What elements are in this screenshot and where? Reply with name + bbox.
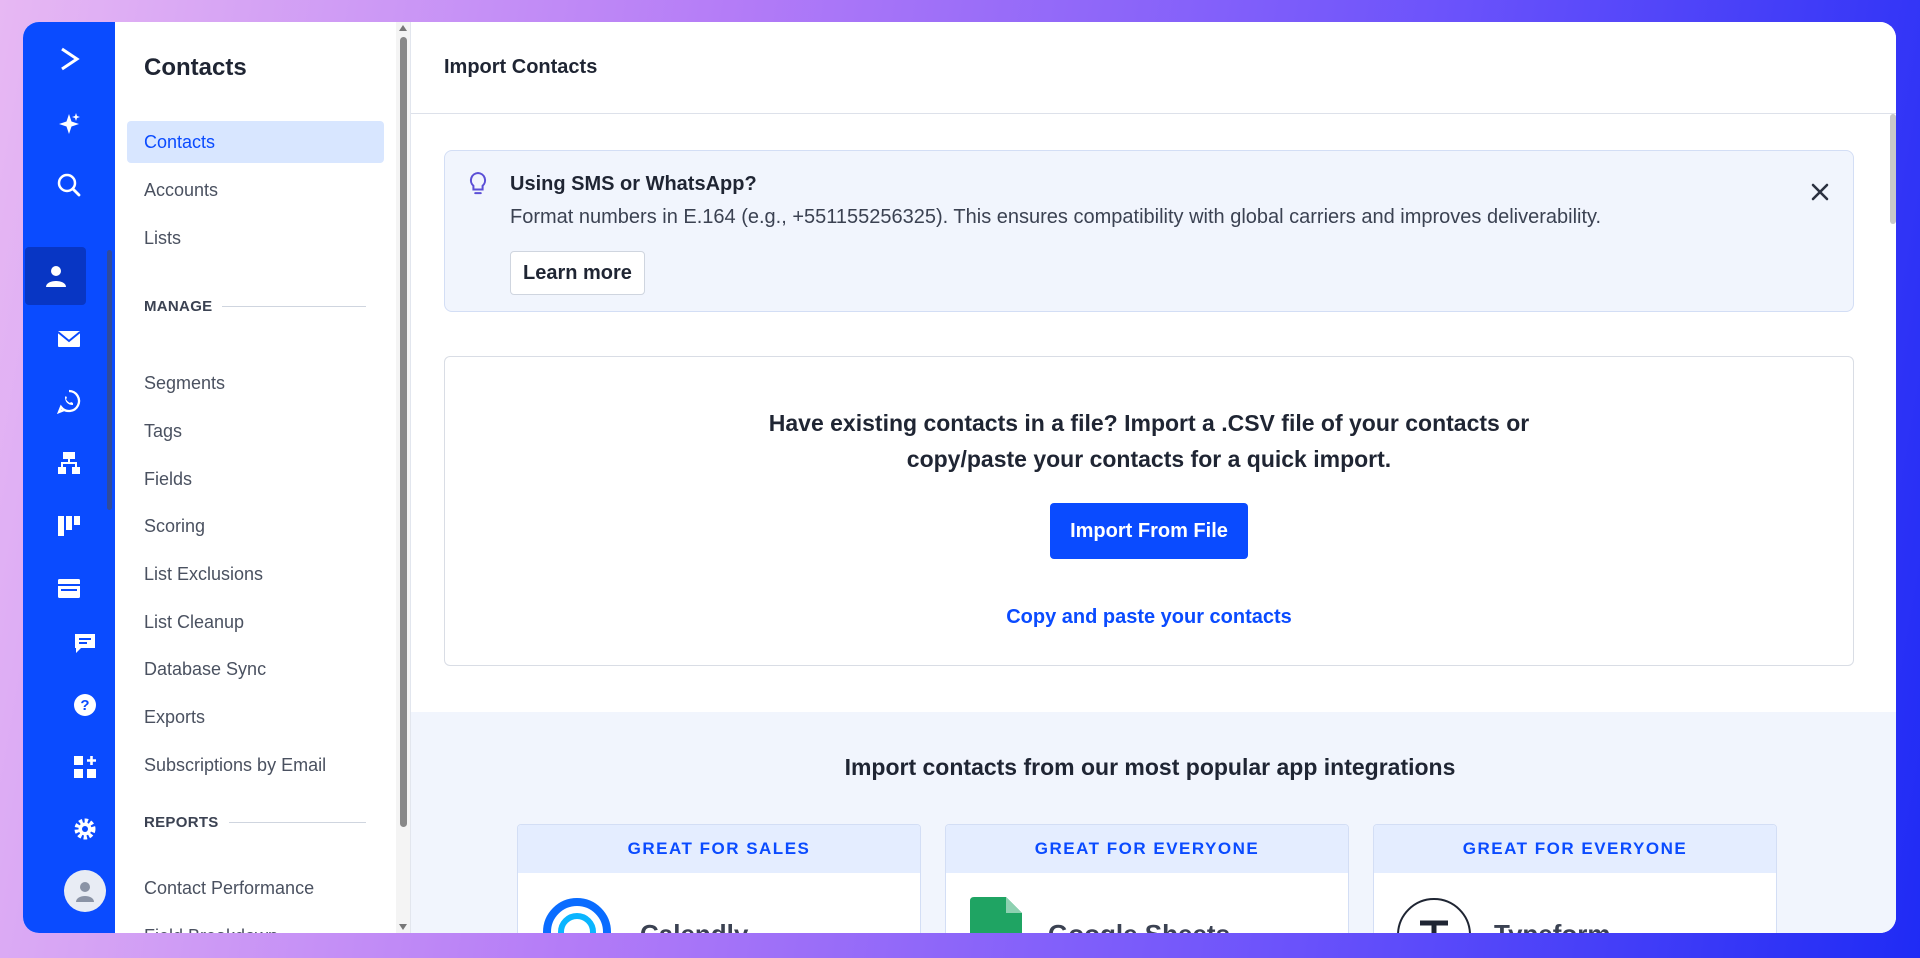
integrations-section: Import contacts from our most popular ap… (411, 712, 1896, 933)
sidebar-item-lists[interactable]: Lists (127, 217, 384, 259)
import-from-file-button[interactable]: Import From File (1050, 503, 1248, 559)
sidebar-item-list-exclusions[interactable]: List Exclusions (127, 553, 384, 595)
logo-chevron-icon[interactable] (23, 30, 115, 88)
banner-title: Using SMS or WhatsApp? (510, 173, 757, 195)
copy-paste-contacts-link[interactable]: Copy and paste your contacts (445, 606, 1853, 629)
integration-card-google-sheets[interactable]: GREAT FOR EVERYONE Google Sheets (945, 824, 1349, 933)
integration-tag: GREAT FOR EVERYONE (1374, 825, 1776, 873)
sidebar-title: Contacts (144, 54, 247, 81)
sidebar-item-database-sync[interactable]: Database Sync (127, 648, 384, 690)
page-title: Import Contacts (444, 56, 598, 78)
sidebar-item-fields[interactable]: Fields (127, 458, 384, 500)
sidebar-scrollbar[interactable] (396, 22, 410, 933)
sidebar-item-field-breakdown[interactable]: Field Breakdown (127, 915, 384, 934)
search-icon[interactable] (23, 156, 115, 214)
banner-text: Format numbers in E.164 (e.g., +55115525… (510, 206, 1602, 228)
page-header: Import Contacts (411, 22, 1896, 114)
integration-tag: GREAT FOR SALES (518, 825, 920, 873)
sidebar-item-segments[interactable]: Segments (127, 362, 384, 404)
close-icon[interactable] (1809, 181, 1831, 203)
import-file-card: Have existing contacts in a file? Import… (444, 356, 1854, 666)
import-heading-line-2: copy/paste your contacts for a quick imp… (906, 446, 1392, 472)
google-sheets-logo-icon (970, 897, 1022, 933)
contacts-person-icon[interactable] (25, 247, 86, 305)
sidebar-item-scoring[interactable]: Scoring (127, 505, 384, 547)
rail-scrollbar[interactable] (107, 250, 112, 510)
typeform-logo-icon (1396, 897, 1472, 933)
icon-rail: ? (23, 22, 115, 933)
sidebar-item-list-cleanup[interactable]: List Cleanup (127, 601, 384, 643)
learn-more-button[interactable]: Learn more (510, 251, 645, 295)
scrollbar-thumb[interactable] (400, 37, 407, 827)
sidebar-item-subscriptions-by-email[interactable]: Subscriptions by Email (127, 744, 384, 786)
integration-card-calendly[interactable]: GREAT FOR SALES Calendly (517, 824, 921, 933)
sidebar-item-exports[interactable]: Exports (127, 696, 384, 738)
section-heading-label: REPORTS (144, 814, 219, 831)
integration-tag: GREAT FOR EVERYONE (946, 825, 1348, 873)
integration-name: Google Sheets (1048, 919, 1230, 933)
lightbulb-icon (467, 171, 489, 202)
sidebar-item-tags[interactable]: Tags (127, 410, 384, 452)
whatsapp-icon[interactable] (23, 372, 115, 430)
sidebar-item-contacts[interactable]: Contacts (127, 121, 384, 163)
website-browser-icon[interactable] (23, 559, 115, 617)
import-heading-line-1: Have existing contacts in a file? Import… (768, 410, 1530, 436)
scroll-down-arrow-icon[interactable] (399, 924, 407, 930)
integration-body: Google Sheets (946, 873, 1348, 933)
divider (228, 822, 366, 823)
automations-sitemap-icon[interactable] (23, 434, 115, 492)
divider (222, 306, 366, 307)
import-heading: Have existing contacts in a file? Import… (445, 405, 1853, 477)
scroll-up-arrow-icon[interactable] (399, 25, 407, 31)
section-heading-label: MANAGE (144, 298, 213, 315)
main-content: Import Contacts Using SMS or WhatsApp? F… (411, 22, 1896, 933)
scrollbar-thumb[interactable] (1890, 114, 1896, 224)
integration-body: Calendly (518, 873, 920, 933)
deals-pipeline-icon[interactable] (23, 497, 115, 555)
avatar[interactable] (64, 870, 106, 912)
main-scrollbar[interactable] (1888, 114, 1896, 234)
sms-whatsapp-banner: Using SMS or WhatsApp? Format numbers in… (444, 150, 1854, 312)
section-heading-manage: MANAGE (144, 298, 366, 315)
integration-name: Typeform (1494, 919, 1611, 933)
calendly-logo-icon (542, 897, 612, 933)
section-heading-reports: REPORTS (144, 814, 366, 831)
integration-name: Calendly (640, 919, 748, 933)
integration-card-typeform[interactable]: GREAT FOR EVERYONE Typeform (1373, 824, 1777, 933)
sidebar-item-contact-performance[interactable]: Contact Performance (127, 867, 384, 909)
email-envelope-icon[interactable] (23, 310, 115, 368)
sidebar-item-accounts[interactable]: Accounts (127, 169, 384, 211)
integrations-title: Import contacts from our most popular ap… (844, 754, 1456, 780)
contacts-sidebar: Contacts Contacts Accounts Lists MANAGE … (115, 22, 411, 933)
app-window: ? Contacts Contacts Accounts Lists MANAG… (23, 22, 1896, 933)
svg-text:?: ? (80, 697, 89, 714)
sparkle-ai-icon[interactable] (23, 95, 115, 153)
integration-body: Typeform (1374, 873, 1776, 933)
